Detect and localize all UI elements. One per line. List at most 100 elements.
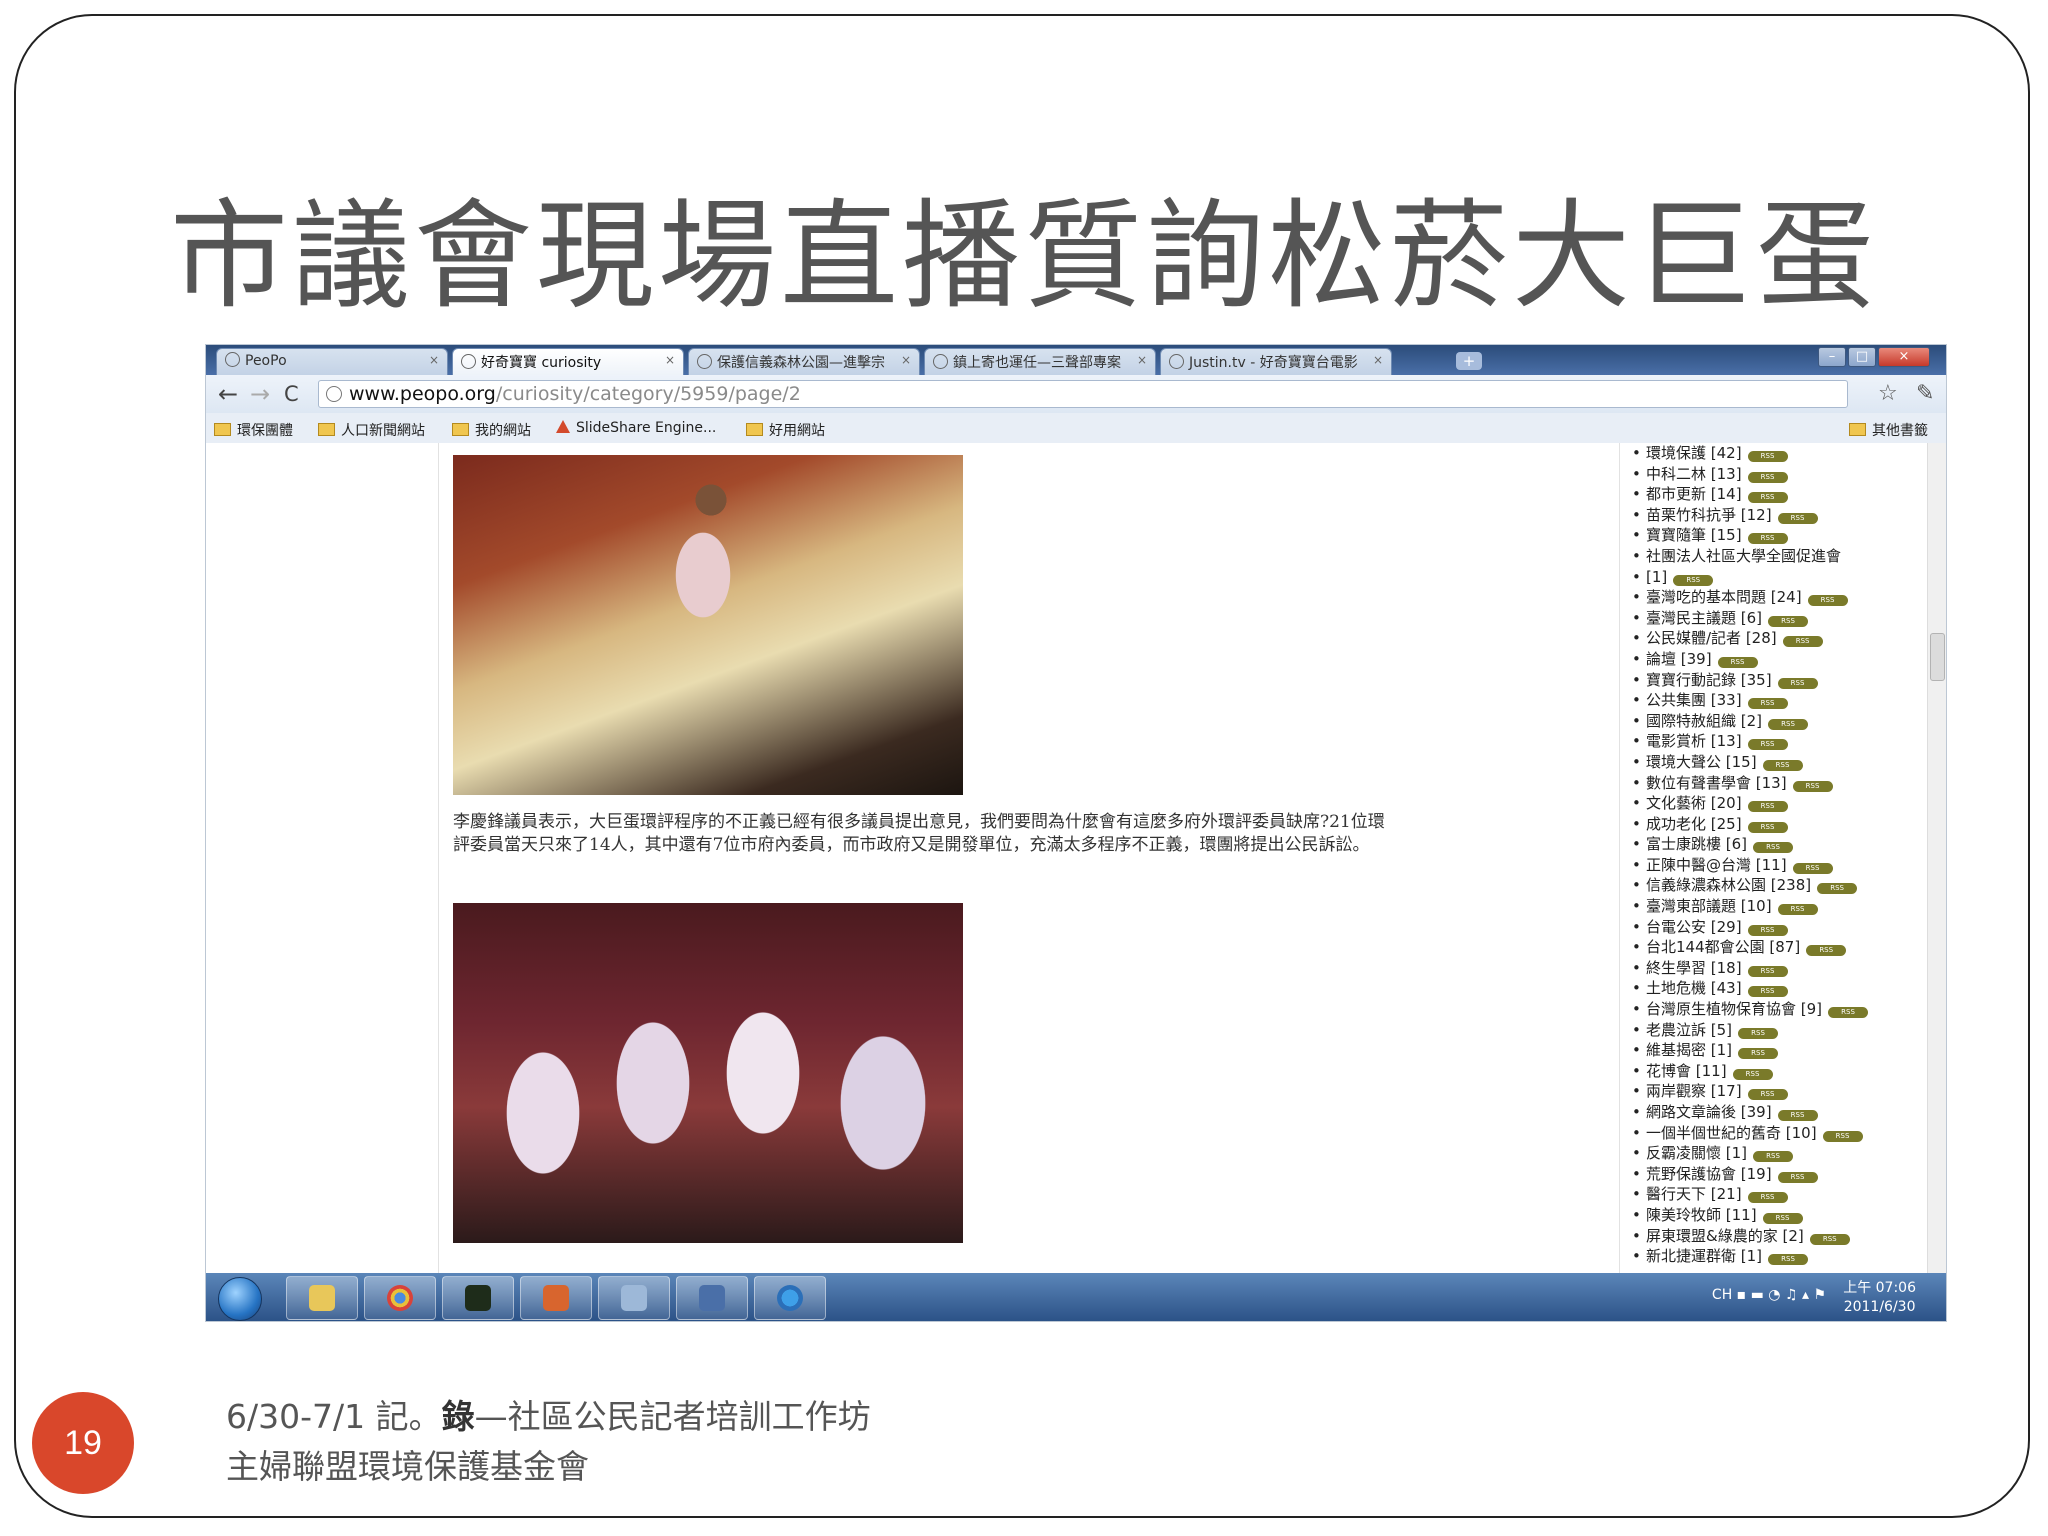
category-item[interactable]: 環境大聲公 [15] RSS [1628, 752, 1928, 773]
scrollbar-thumb[interactable] [1930, 633, 1945, 681]
rss-badge[interactable]: RSS [1753, 1151, 1794, 1163]
rss-badge[interactable]: RSS [1817, 883, 1858, 895]
category-label[interactable]: 苗栗竹科抗爭 [12] [1646, 506, 1772, 524]
category-label[interactable]: 電影賞析 [13] [1646, 732, 1742, 750]
forward-icon[interactable]: → [250, 381, 270, 407]
category-item[interactable]: 社團法人社區大學全國促進會 [1628, 546, 1928, 567]
rss-badge[interactable]: RSS [1822, 1130, 1863, 1142]
category-label[interactable]: 台灣原生植物保育協會 [9] [1646, 1000, 1822, 1018]
category-label[interactable]: 公民媒體/記者 [28] [1646, 629, 1777, 647]
new-tab-button[interactable]: + [1456, 352, 1482, 370]
category-item[interactable]: 臺灣吃的基本問題 [24] RSS [1628, 587, 1928, 608]
category-label[interactable]: 臺灣東部議題 [10] [1646, 897, 1772, 915]
taskbar-explorer[interactable] [286, 1276, 358, 1320]
category-label[interactable]: 新北捷運群衛 [1] [1646, 1247, 1762, 1265]
category-item[interactable]: 環境保護 [42] RSS [1628, 443, 1928, 464]
back-icon[interactable]: ← [218, 381, 238, 407]
close-icon[interactable]: × [429, 353, 439, 367]
wrench-icon[interactable]: ✎ [1916, 381, 1934, 406]
category-item[interactable]: 台灣原生植物保育協會 [9] RSS [1628, 999, 1928, 1020]
category-label[interactable]: 中科二林 [13] [1646, 465, 1742, 483]
category-item[interactable]: 陳美玲牧師 [11] RSS [1628, 1205, 1928, 1226]
category-label[interactable]: 土地危機 [43] [1646, 979, 1742, 997]
bookmark-folder[interactable]: 環保團體 [214, 420, 293, 440]
rss-badge[interactable]: RSS [1747, 492, 1788, 504]
bookmark-folder[interactable]: 我的網站 [452, 420, 531, 440]
category-label[interactable]: 臺灣民主議題 [6] [1646, 609, 1762, 627]
category-label[interactable]: 網路文章論後 [39] [1646, 1103, 1772, 1121]
reload-icon[interactable]: C [284, 381, 299, 407]
category-item[interactable]: 兩岸觀察 [17] RSS [1628, 1081, 1928, 1102]
rss-badge[interactable]: RSS [1747, 1089, 1788, 1101]
rss-badge[interactable]: RSS [1747, 821, 1788, 833]
rss-badge[interactable]: RSS [1782, 636, 1823, 648]
taskbar-chrome[interactable] [364, 1276, 436, 1320]
category-label[interactable]: 正陳中醫@台灣 [11] [1646, 856, 1787, 874]
category-label[interactable]: 都市更新 [14] [1646, 485, 1742, 503]
category-item[interactable]: 電影賞析 [13] RSS [1628, 731, 1928, 752]
category-label[interactable]: 兩岸觀察 [17] [1646, 1082, 1742, 1100]
category-label[interactable]: 一個半個世紀的舊奇 [10] [1646, 1124, 1817, 1142]
category-label[interactable]: 醫行天下 [21] [1646, 1185, 1742, 1203]
close-icon[interactable]: × [1373, 353, 1383, 367]
rss-badge[interactable]: RSS [1753, 842, 1794, 854]
taskbar-ie[interactable] [754, 1276, 826, 1320]
rss-badge[interactable]: RSS [1806, 945, 1847, 957]
category-label[interactable]: 終生學習 [18] [1646, 959, 1742, 977]
taskbar-app[interactable] [442, 1276, 514, 1320]
rss-badge[interactable]: RSS [1732, 1068, 1773, 1080]
rss-badge[interactable]: RSS [1747, 965, 1788, 977]
category-label[interactable]: 屏東環盟&綠農的家 [2] [1646, 1227, 1804, 1245]
rss-badge[interactable]: RSS [1777, 904, 1818, 916]
category-item[interactable]: 終生學習 [18] RSS [1628, 958, 1928, 979]
bookmark-folder[interactable]: 人口新聞網站 [318, 420, 425, 440]
category-item[interactable]: 網路文章論後 [39] RSS [1628, 1102, 1928, 1123]
tab-forest-park[interactable]: 保護信義森林公園—進擊宗 × [688, 348, 920, 375]
category-item[interactable]: 數位有聲書學會 [13] RSS [1628, 773, 1928, 794]
rss-badge[interactable]: RSS [1747, 986, 1788, 998]
tab-curiosity[interactable]: 好奇寶寶 curiosity × [452, 348, 684, 375]
rss-badge[interactable]: RSS [1738, 1027, 1779, 1039]
scrollbar[interactable] [1927, 443, 1946, 1273]
category-item[interactable]: [1] RSS [1628, 567, 1928, 588]
category-label[interactable]: 信義綠濃森林公園 [238] [1646, 876, 1811, 894]
tab-peopo[interactable]: PeoPo × [216, 348, 448, 375]
maximize-button[interactable]: □ [1848, 347, 1876, 367]
category-label[interactable]: 寶寶行動記錄 [35] [1646, 671, 1772, 689]
category-item[interactable]: 臺灣民主議題 [6] RSS [1628, 608, 1928, 629]
rss-badge[interactable]: RSS [1747, 451, 1788, 462]
rss-badge[interactable]: RSS [1747, 924, 1788, 936]
category-label[interactable]: 論壇 [39] [1646, 650, 1712, 668]
category-label[interactable]: 台電公安 [29] [1646, 918, 1742, 936]
category-label[interactable]: 老農泣訴 [5] [1646, 1021, 1732, 1039]
rss-badge[interactable]: RSS [1768, 718, 1809, 730]
rss-badge[interactable]: RSS [1747, 698, 1788, 710]
rss-badge[interactable]: RSS [1747, 739, 1788, 751]
rss-badge[interactable]: RSS [1747, 533, 1788, 545]
category-item[interactable]: 正陳中醫@台灣 [11] RSS [1628, 855, 1928, 876]
rss-badge[interactable]: RSS [1768, 615, 1809, 627]
category-item[interactable]: 台北144都會公園 [87] RSS [1628, 937, 1928, 958]
minimize-button[interactable]: – [1818, 347, 1846, 367]
category-label[interactable]: 花博會 [11] [1646, 1062, 1727, 1080]
close-window-button[interactable]: × [1878, 347, 1930, 367]
rss-badge[interactable]: RSS [1828, 1007, 1869, 1019]
system-tray[interactable]: CH ▪ ▬ ◔ ♫ ▴ ⚑ [1712, 1287, 1826, 1303]
rss-badge[interactable]: RSS [1717, 656, 1758, 668]
category-item[interactable]: 寶寶隨筆 [15] RSS [1628, 525, 1928, 546]
category-item[interactable]: 台電公安 [29] RSS [1628, 917, 1928, 938]
category-item[interactable]: 醫行天下 [21] RSS [1628, 1184, 1928, 1205]
bookmark-folder[interactable]: 好用網站 [746, 420, 825, 440]
rss-badge[interactable]: RSS [1777, 512, 1818, 524]
rss-badge[interactable]: RSS [1777, 1171, 1818, 1183]
category-label[interactable]: 富士康跳樓 [6] [1646, 835, 1747, 853]
category-item[interactable]: 信義綠濃森林公園 [238] RSS [1628, 875, 1928, 896]
rss-badge[interactable]: RSS [1777, 1110, 1818, 1121]
category-item[interactable]: 公民媒體/記者 [28] RSS [1628, 628, 1928, 649]
category-label[interactable]: 社團法人社區大學全國促進會 [1646, 547, 1841, 565]
rss-badge[interactable]: RSS [1777, 677, 1818, 689]
category-item[interactable]: 一個半個世紀的舊奇 [10] RSS [1628, 1123, 1928, 1144]
category-item[interactable]: 花博會 [11] RSS [1628, 1061, 1928, 1082]
rss-badge[interactable]: RSS [1807, 595, 1848, 607]
category-item[interactable]: 成功老化 [25] RSS [1628, 814, 1928, 835]
